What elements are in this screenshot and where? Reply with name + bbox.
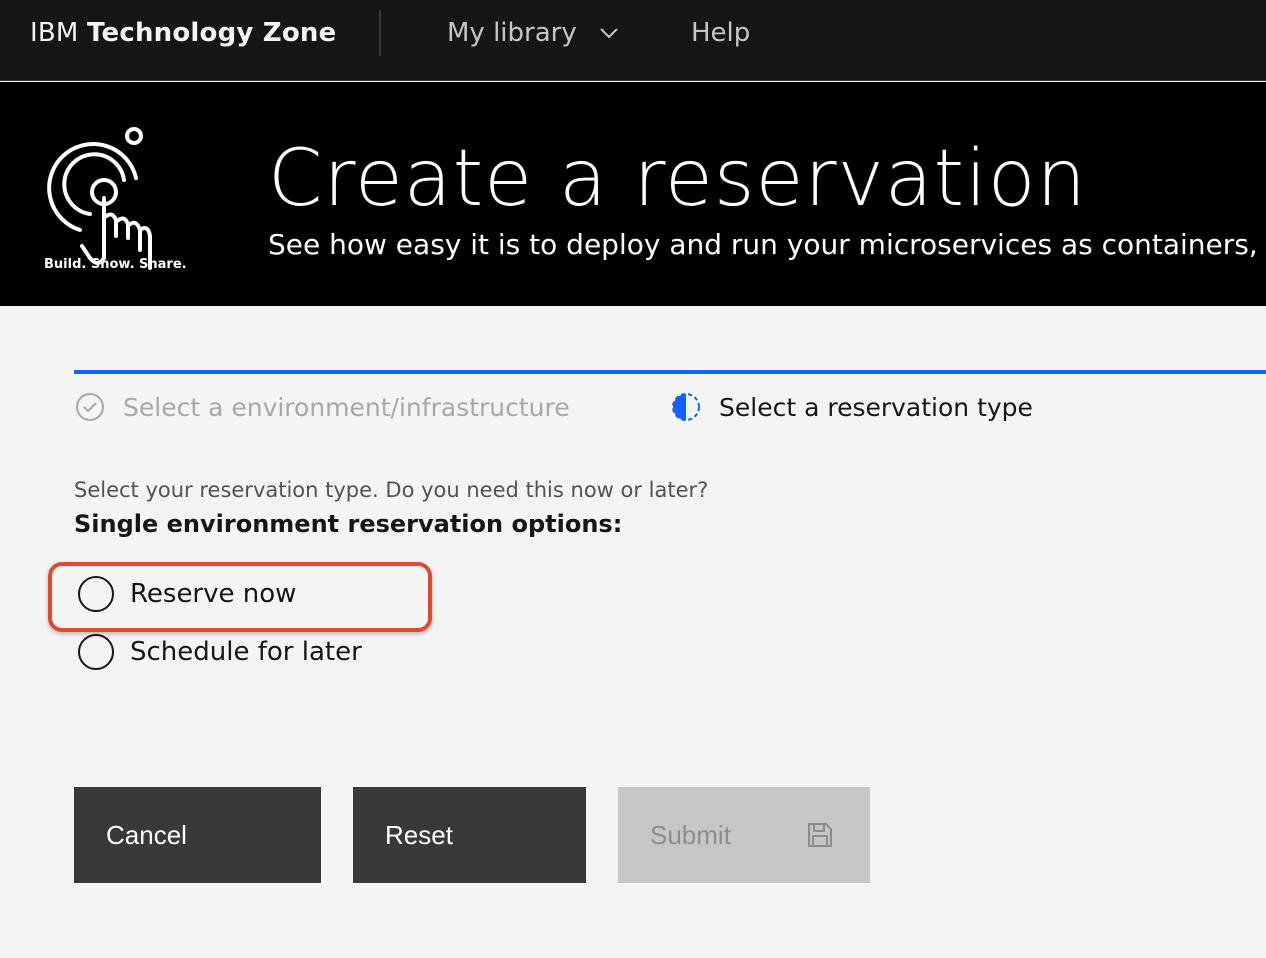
help-link[interactable]: Help xyxy=(691,18,750,48)
my-library-label: My library xyxy=(447,18,577,48)
radio-circle[interactable] xyxy=(78,576,114,612)
page-banner: Build. Show. Share. Create a reservation… xyxy=(0,82,1266,306)
reservation-question: Select your reservation type. Do you nee… xyxy=(74,478,709,502)
reset-button[interactable]: Reset xyxy=(353,787,586,883)
submit-button-label: Submit xyxy=(650,819,731,850)
cancel-button[interactable]: Cancel xyxy=(74,787,321,883)
incomplete-circle-icon xyxy=(672,393,700,421)
checkmark-outline-icon xyxy=(76,393,104,421)
radio-schedule-later-label: Schedule for later xyxy=(130,637,362,667)
brand-logo-link[interactable]: IBM Technology Zone xyxy=(30,18,336,48)
radio-reserve-now-label: Reserve now xyxy=(130,579,297,609)
radio-schedule-later[interactable]: Schedule for later xyxy=(78,634,362,670)
technology-zone-logo-icon xyxy=(47,127,152,270)
brand-prefix: IBM xyxy=(30,18,79,48)
chevron-down-icon xyxy=(600,28,618,39)
progress-bar xyxy=(74,370,1266,374)
page-title: Create a reservation xyxy=(268,134,1087,224)
radio-circle[interactable] xyxy=(78,634,114,670)
step-environment[interactable]: Select a environment/infrastructure xyxy=(75,392,570,422)
page-subtitle: See how easy it is to deploy and run you… xyxy=(268,228,1258,261)
radio-reserve-now[interactable]: Reserve now xyxy=(78,576,296,612)
nav-divider xyxy=(379,10,381,56)
my-library-menu[interactable]: My library xyxy=(447,18,619,48)
step-environment-label: Select a environment/infrastructure xyxy=(123,392,570,422)
logo-caption: Build. Show. Share. xyxy=(44,257,187,272)
options-heading: Single environment reservation options: xyxy=(74,510,623,538)
step-reservation-type[interactable]: Select a reservation type xyxy=(671,392,1033,422)
step-reservation-type-label: Select a reservation type xyxy=(719,392,1033,422)
save-icon xyxy=(808,823,832,847)
brand-name: Technology Zone xyxy=(87,18,337,48)
top-navigation: IBM Technology Zone My library Help xyxy=(0,0,1266,81)
submit-button[interactable]: Submit xyxy=(618,787,870,883)
